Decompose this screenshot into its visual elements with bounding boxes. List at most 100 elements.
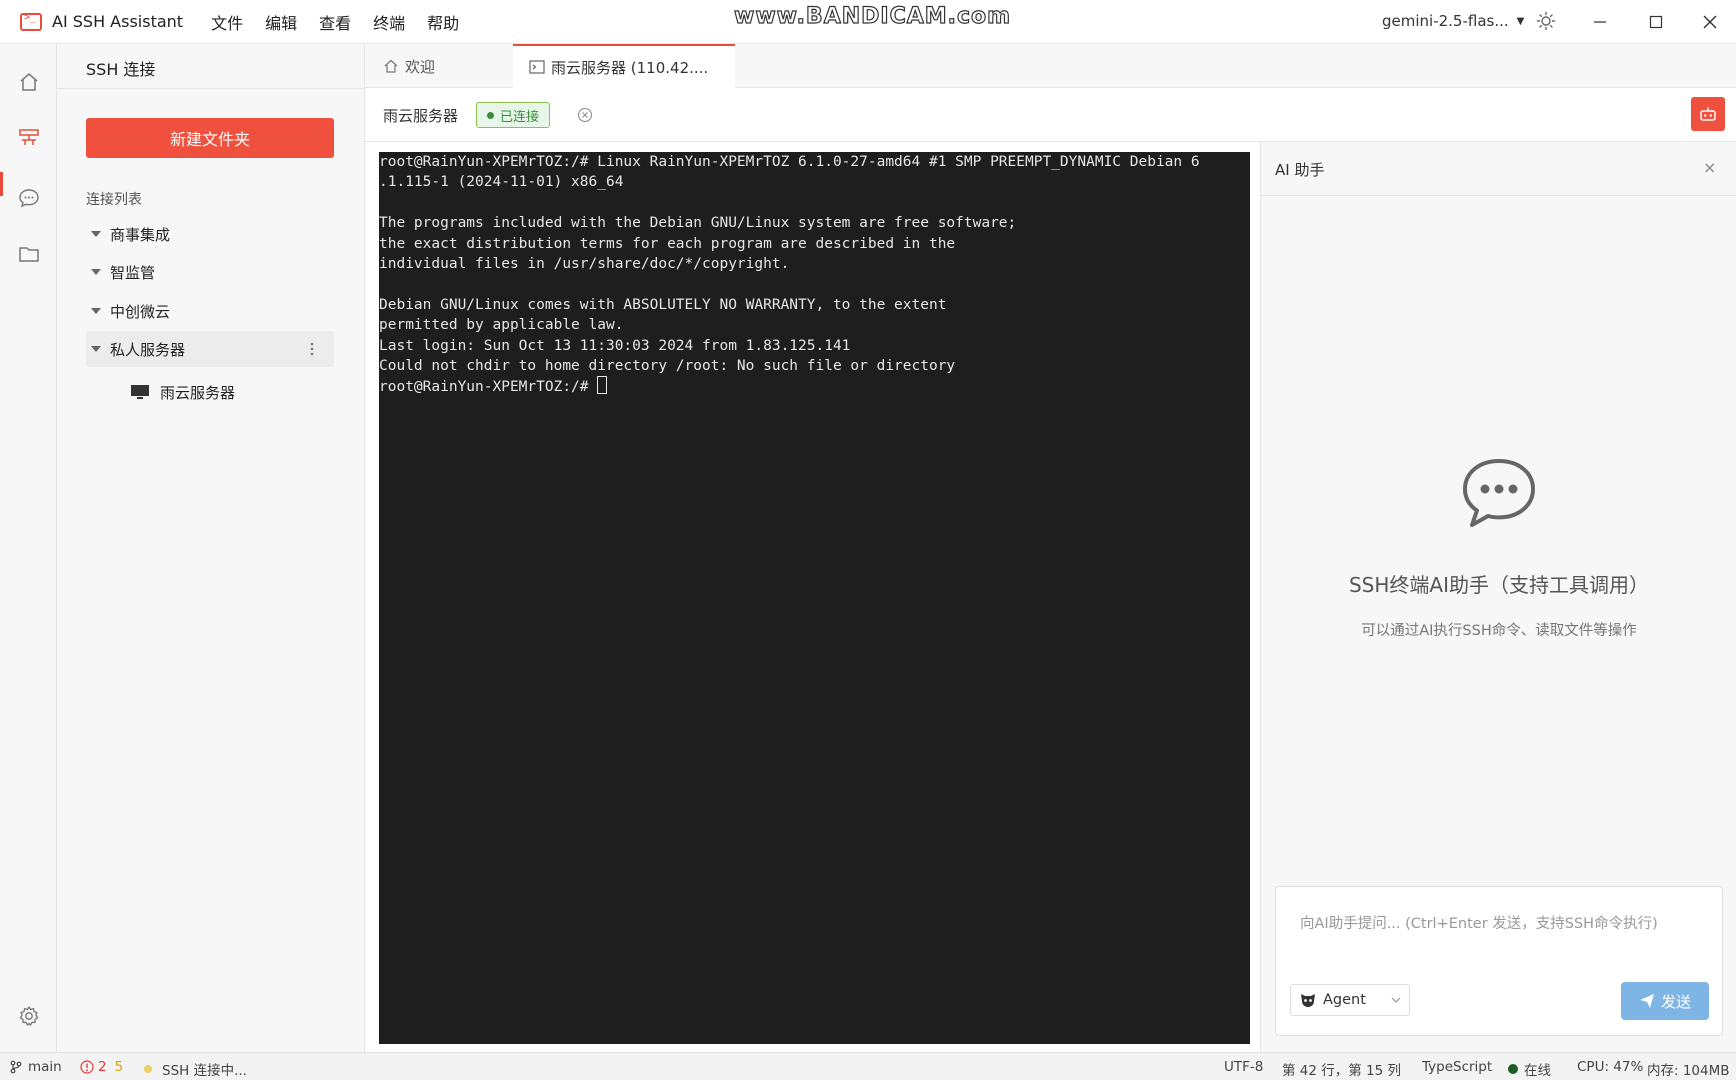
tree-group-label: 商事集成 [110, 225, 171, 244]
terminal-line: permitted by applicable law. [379, 317, 624, 334]
menu-file[interactable]: 文件 [211, 10, 243, 34]
tree-group-label: 中创微云 [110, 302, 171, 321]
language-mode[interactable]: TypeScript [1422, 1059, 1492, 1075]
maximize-icon[interactable] [1642, 8, 1670, 36]
model-select-label: gemini-2.5-flas... [1382, 12, 1509, 30]
tree-server-rainyun[interactable]: 雨云服务器 [130, 374, 235, 410]
cpu-usage: CPU: 47% [1577, 1059, 1643, 1075]
online-dot-icon [1508, 1064, 1518, 1074]
git-branch-icon [10, 1060, 22, 1074]
tree-group-shangshi[interactable]: 商事集成 [86, 216, 334, 252]
problems-indicator[interactable]: 2 5 [80, 1059, 123, 1075]
ai-prompt-input[interactable] [1300, 909, 1710, 939]
chat-icon[interactable] [17, 186, 41, 210]
tree-group-private-servers[interactable]: 私人服务器 [86, 331, 334, 367]
terminal-output[interactable]: root@RainYun-XPEMrTOZ:/# Linux RainYun-X… [379, 152, 1250, 1044]
theme-sun-icon[interactable] [1536, 11, 1556, 31]
monitor-icon [131, 385, 149, 399]
tab-server-label: 雨云服务器 (110.42.... [551, 58, 709, 77]
chat-bubble-icon [1463, 459, 1535, 527]
terminal-line: the exact distribution terms for each pr… [379, 235, 956, 252]
server-label: 雨云服务器 [160, 383, 236, 402]
tab-welcome[interactable]: 欢迎 [383, 44, 513, 88]
title-bar: AI SSH Assistant 文件 编辑 查看 终端 帮助 www.BAND… [0, 0, 1736, 44]
status-text: 已连接 [500, 109, 540, 125]
menu-help[interactable]: 帮助 [427, 10, 459, 34]
divider [57, 88, 365, 89]
cursor-position[interactable]: 第 42 行，第 15 列 [1282, 1059, 1401, 1079]
more-vertical-icon[interactable] [310, 341, 314, 357]
ai-assistant-toggle-button[interactable] [1691, 97, 1725, 131]
tab-server-session[interactable]: 雨云服务器 (110.42.... [513, 44, 735, 88]
app-title: AI SSH Assistant [52, 12, 184, 31]
send-label: 发送 [1660, 992, 1691, 1011]
send-button[interactable]: 发送 [1621, 982, 1709, 1020]
folder-icon[interactable] [17, 242, 41, 266]
expand-triangle-icon [91, 269, 101, 275]
ai-panel-close-icon[interactable]: × [1703, 158, 1716, 177]
encoding[interactable]: UTF-8 [1224, 1059, 1263, 1075]
expand-triangle-icon [91, 346, 101, 352]
encoding-label: UTF-8 [1224, 1059, 1264, 1075]
terminal-line: Last login: Sun Oct 13 11:30:03 2024 fro… [379, 337, 851, 354]
caret-down-icon: ▼ [1516, 15, 1525, 27]
send-plane-icon [1639, 994, 1654, 1008]
menu-edit[interactable]: 编辑 [265, 10, 297, 34]
terminal-line: root@RainYun-XPEMrTOZ:/# Linux RainYun-X… [379, 154, 1200, 170]
menu-view[interactable]: 查看 [319, 10, 351, 34]
close-window-icon[interactable] [1696, 8, 1724, 36]
language-label: TypeScript [1422, 1059, 1493, 1075]
expand-triangle-icon [91, 231, 101, 237]
model-select[interactable]: gemini-2.5-flas... ▼ [1382, 12, 1524, 30]
git-branch[interactable]: main [10, 1059, 62, 1075]
menu-terminal[interactable]: 终端 [373, 10, 405, 34]
new-folder-button[interactable]: 新建文件夹 [86, 118, 334, 158]
ai-heading: SSH终端AI助手（支持工具调用） [1348, 573, 1649, 597]
tree-group-zhongchuang[interactable]: 中创微云 [86, 293, 334, 329]
minimize-icon[interactable] [1586, 8, 1614, 36]
agent-mode-label: Agent [1323, 992, 1366, 1008]
git-branch-label: main [28, 1059, 62, 1075]
cursor-position-label: 第 42 行，第 15 列 [1282, 1063, 1402, 1079]
terminal-icon [529, 60, 545, 74]
agent-mode-select[interactable]: Agent [1290, 984, 1410, 1016]
agent-mask-icon [1301, 994, 1315, 1007]
chevron-down-icon [1391, 997, 1401, 1003]
connecting-dot-icon [144, 1065, 152, 1073]
terminal-line: Could not chdir to home directory /root:… [379, 357, 956, 374]
disconnect-circle-x-icon[interactable] [577, 107, 593, 123]
terminal-logo-icon [20, 12, 42, 31]
tab-welcome-label: 欢迎 [405, 57, 436, 76]
server-connections-icon[interactable] [17, 126, 41, 150]
active-indicator [0, 172, 3, 196]
tree-group-label: 智监管 [110, 263, 156, 282]
ai-subtitle: 可以通过AI执行SSH命令、读取文件等操作 [1361, 623, 1637, 639]
expand-triangle-icon [91, 308, 101, 314]
warning-count: 5 [114, 1059, 124, 1075]
menu-bar: 文件 编辑 查看 终端 帮助 [211, 10, 481, 34]
ai-empty-state: SSH终端AI助手（支持工具调用） 可以通过AI执行SSH命令、读取文件等操作 [1261, 197, 1736, 877]
error-count: 2 [98, 1059, 107, 1075]
status-bar: main 2 5 SSH 连接中... UTF-8 第 42 行，第 15 列 … [0, 1052, 1736, 1080]
terminal-line: individual files in /usr/share/doc/*/cop… [379, 255, 790, 272]
home-icon [384, 59, 398, 73]
connection-state: SSH 连接中... [144, 1059, 247, 1079]
status-dot-icon [487, 111, 494, 119]
recording-watermark: www.BANDICAM.com [733, 3, 1012, 29]
tab-bar: 欢迎 雨云服务器 (110.42.... [365, 44, 1736, 88]
settings-gear-icon[interactable] [17, 1004, 41, 1028]
tree-group-zhijianguan[interactable]: 智监管 [86, 254, 334, 290]
ai-panel-title: AI 助手 [1275, 161, 1325, 179]
home-icon[interactable] [17, 70, 41, 94]
connection-status-badge: 已连接 [476, 102, 551, 128]
error-circle-icon [80, 1060, 94, 1074]
online-status: 在线 [1508, 1059, 1551, 1079]
terminal-prompt-line: root@RainYun-XPEMrTOZ:/# [379, 376, 1250, 396]
cpu-label: CPU: 47% [1577, 1059, 1644, 1075]
sidebar-title: SSH 连接 [86, 60, 156, 79]
terminal-prompt: root@RainYun-XPEMrTOZ:/# [379, 379, 598, 396]
terminal-line: Debian GNU/Linux comes with ABSOLUTELY N… [379, 296, 947, 313]
terminal-line: The programs included with the Debian GN… [379, 215, 1017, 232]
